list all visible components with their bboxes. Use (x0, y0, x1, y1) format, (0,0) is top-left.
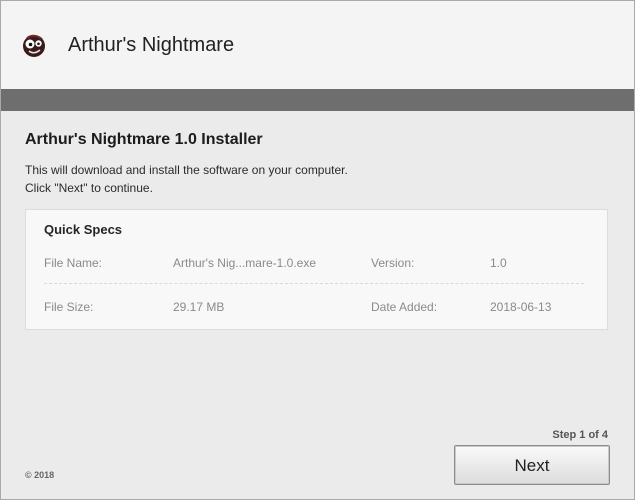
version-label: Version: (371, 256, 415, 270)
date-added-label: Date Added: (371, 300, 438, 314)
date-added-value: 2018-06-13 (490, 300, 552, 314)
copyright-text: © 2018 (25, 470, 55, 480)
quick-specs-title: Quick Specs (44, 222, 123, 237)
file-name-value: Arthur's Nig...mare-1.0.exe (173, 256, 317, 270)
app-title: Arthur's Nightmare (68, 34, 235, 56)
description-line-1: This will download and install the softw… (25, 163, 348, 177)
main-content: Arthur's Nightmare 1.0 Installer This wi… (1, 111, 634, 499)
header: Arthur's Nightmare (1, 1, 634, 90)
next-button[interactable]: Next (454, 445, 610, 485)
installer-description: This will download and install the softw… (25, 161, 348, 197)
specs-row: File Size: 29.17 MB Date Added: 2018-06-… (44, 300, 584, 324)
description-line-2: Click "Next" to continue. (25, 181, 153, 195)
file-name-label: File Name: (44, 256, 103, 270)
quick-specs-panel: Quick Specs File Name: Arthur's Nig...ma… (25, 209, 608, 330)
file-size-label: File Size: (44, 300, 94, 314)
step-indicator: Step 1 of 4 (552, 429, 608, 441)
installer-heading: Arthur's Nightmare 1.0 Installer (25, 131, 263, 148)
file-size-value: 29.17 MB (173, 300, 225, 314)
specs-row: File Name: Arthur's Nig...mare-1.0.exe V… (44, 256, 584, 280)
skull-icon (19, 31, 49, 61)
version-value: 1.0 (490, 256, 507, 270)
installer-window: Arthur's Nightmare Arthur's Nightmare 1.… (0, 0, 635, 500)
header-band (1, 89, 634, 111)
specs-divider (44, 283, 584, 284)
